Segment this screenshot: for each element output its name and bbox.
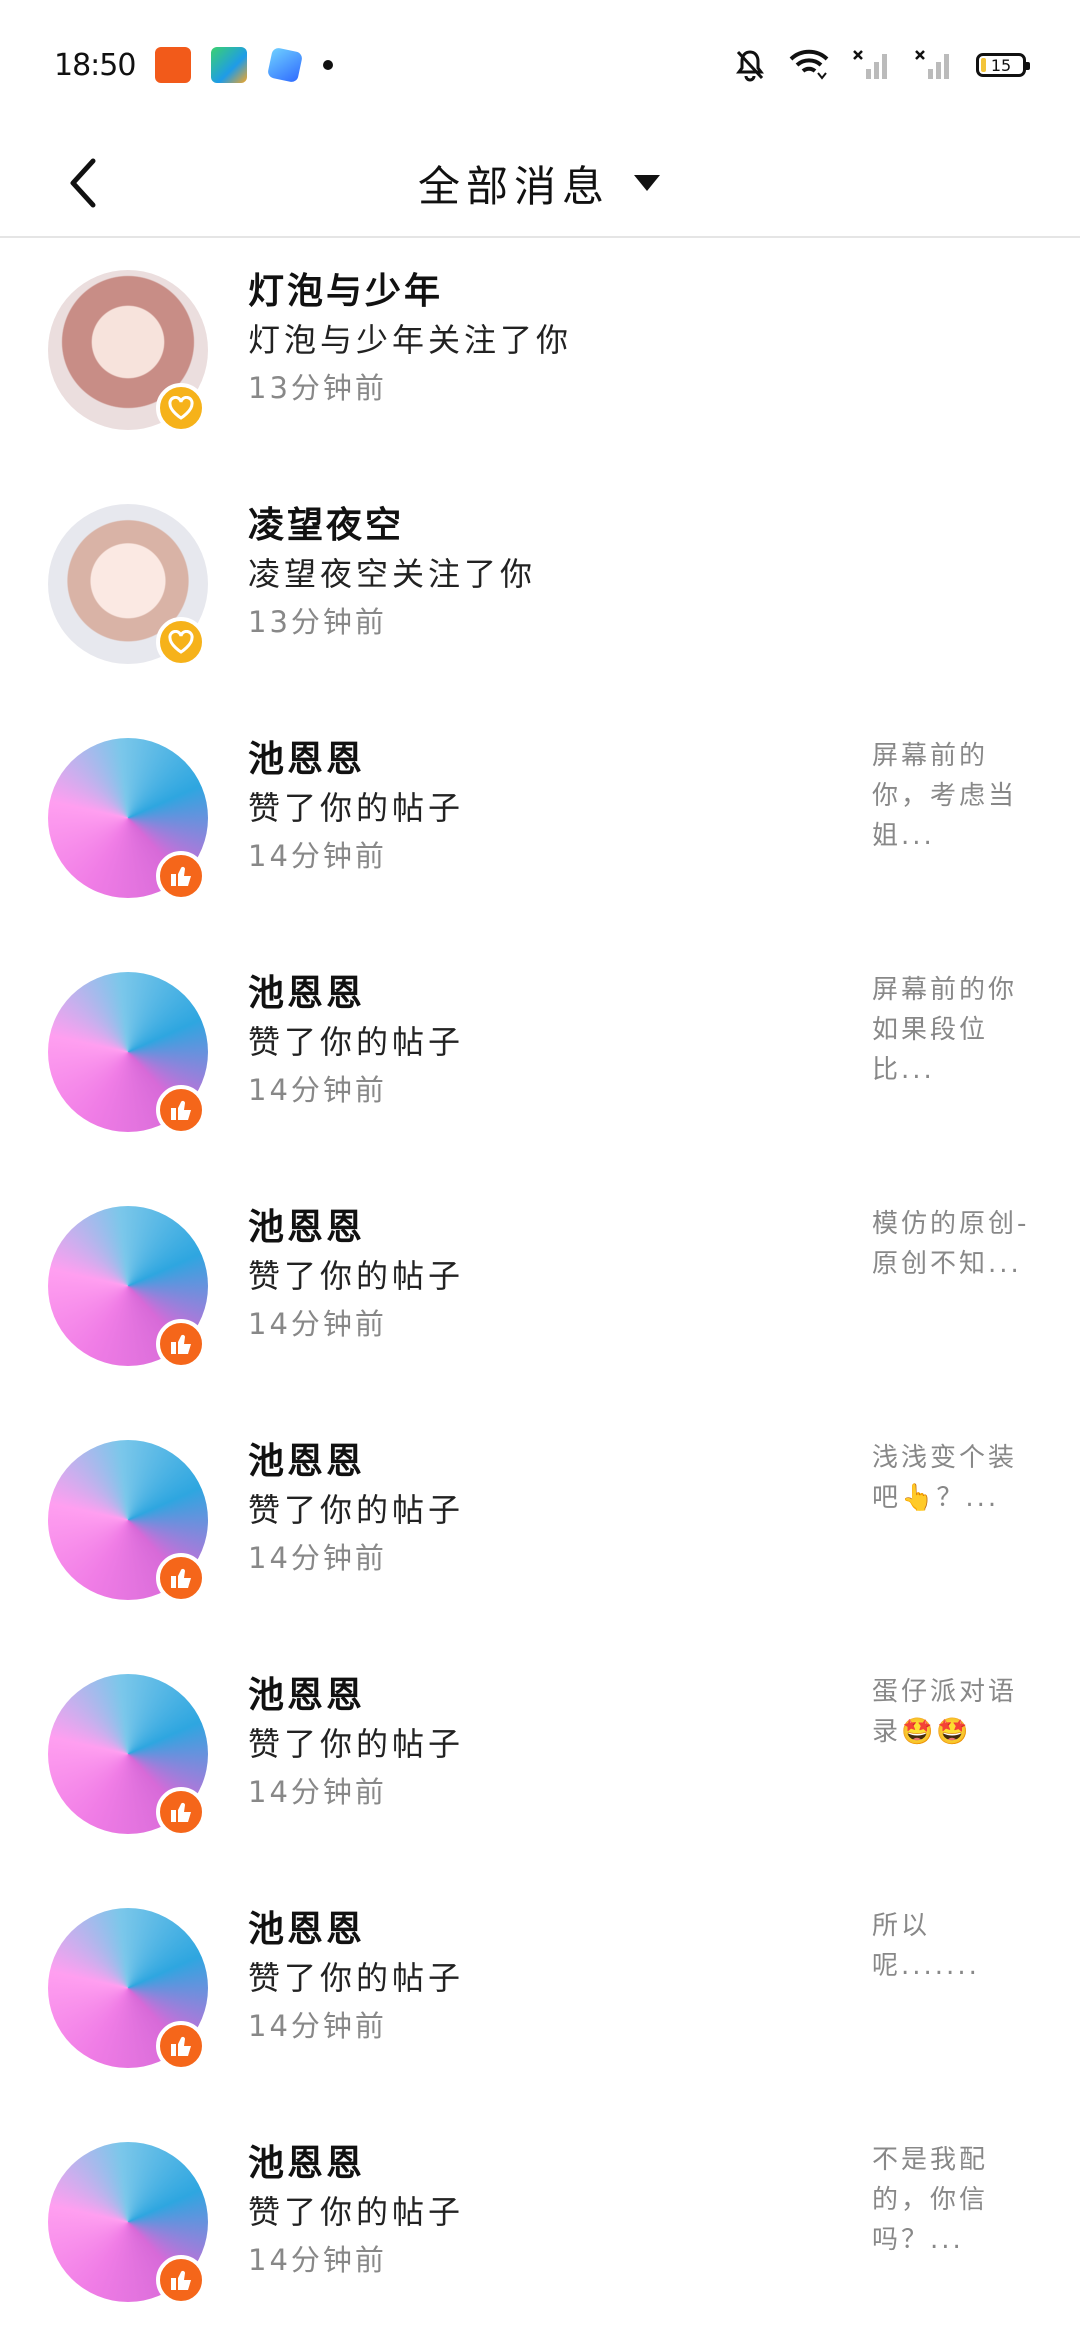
- thumbs-up-badge-icon: [156, 1085, 206, 1135]
- blue-app-icon: [267, 46, 304, 84]
- message-action: 赞了你的帖子: [248, 789, 465, 827]
- message-sender-name: 凌望夜空: [248, 505, 405, 546]
- message-item[interactable]: 池恩恩赞了你的帖子 14分钟前 屏幕前的你，考虑当姐...: [0, 706, 1080, 940]
- message-text: 池恩恩赞了你的帖子 14分钟前: [248, 2140, 464, 2284]
- heart-badge-icon: [156, 383, 206, 433]
- message-item[interactable]: 灯泡与少年灯泡与少年关注了你 13分钟前: [0, 238, 1080, 472]
- message-text: 灯泡与少年灯泡与少年关注了你 13分钟前: [248, 268, 572, 412]
- message-text: 池恩恩赞了你的帖子 14分钟前: [248, 1672, 464, 1816]
- more-notifications-dot: [323, 60, 334, 70]
- message-item[interactable]: 凌望夜空凌望夜空关注了你 13分钟前: [0, 472, 1080, 706]
- message-sender-name: 池恩恩: [248, 739, 366, 780]
- battery-level: 15: [990, 55, 1012, 75]
- message-time: 14分钟前: [248, 1541, 387, 1575]
- signal-2-icon: [915, 50, 949, 79]
- message-time: 14分钟前: [248, 1073, 387, 1107]
- message-item[interactable]: 池恩恩赞了你的帖子 14分钟前 屏幕前的你如果段位比...: [0, 940, 1080, 1174]
- message-time: 14分钟前: [248, 2009, 387, 2043]
- message-sender-name: 池恩恩: [248, 1909, 366, 1950]
- message-action: 赞了你的帖子: [248, 1257, 465, 1295]
- post-preview[interactable]: 屏幕前的你如果段位比...: [872, 970, 1032, 1090]
- message-time: 14分钟前: [248, 1775, 387, 1809]
- message-sender-name: 灯泡与少年: [248, 271, 444, 312]
- message-text: 池恩恩赞了你的帖子 14分钟前: [248, 1438, 464, 1582]
- message-text: 池恩恩赞了你的帖子 14分钟前: [248, 1204, 464, 1348]
- message-time: 13分钟前: [248, 371, 387, 405]
- mute-bell-icon: [736, 50, 764, 82]
- post-preview[interactable]: 蛋仔派对语录🤩🤩: [872, 1672, 1032, 1752]
- post-preview[interactable]: 屏幕前的你，考虑当姐...: [872, 736, 1032, 856]
- battery-icon: 15: [976, 53, 1030, 77]
- thumbs-up-badge-icon: [156, 851, 206, 901]
- post-preview[interactable]: 浅浅变个装吧👆？...: [872, 1438, 1032, 1518]
- message-item[interactable]: 池恩恩赞了你的帖子 14分钟前 浅浅变个装吧👆？...: [0, 1408, 1080, 1642]
- message-text: 池恩恩赞了你的帖子 14分钟前: [248, 1906, 464, 2050]
- message-time: 14分钟前: [248, 839, 387, 873]
- status-bar: 18:50 15: [0, 0, 1080, 130]
- message-action: 赞了你的帖子: [248, 1959, 465, 1997]
- signal-1-icon: [853, 50, 887, 79]
- post-preview[interactable]: 不是我配的，你信吗？...: [872, 2140, 1032, 2260]
- message-time: 13分钟前: [248, 605, 387, 639]
- message-filter-dropdown[interactable]: 全部消息: [0, 130, 1080, 236]
- kuaishou-app-icon: [155, 47, 192, 83]
- thumbs-up-badge-icon: [156, 1553, 206, 1603]
- message-time: 14分钟前: [248, 1307, 387, 1341]
- thumbs-up-badge-icon: [156, 2021, 206, 2071]
- status-time: 18:50: [54, 47, 136, 83]
- message-action: 赞了你的帖子: [248, 1023, 465, 1061]
- message-action: 赞了你的帖子: [248, 1725, 465, 1763]
- thumbs-up-badge-icon: [156, 1787, 206, 1837]
- message-sender-name: 池恩恩: [248, 973, 366, 1014]
- message-item[interactable]: 池恩恩赞了你的帖子 14分钟前 模仿的原创-原创不知...: [0, 1174, 1080, 1408]
- message-list: 灯泡与少年 灯泡与少年关注了你 13分钟前 凌望夜空 凌望夜空关注了你 13分钟前 池恩恩赞…: [0, 238, 1080, 2344]
- message-sender-name: 池恩恩: [248, 1441, 366, 1482]
- thumbs-up-badge-icon: [156, 1319, 206, 1369]
- message-item[interactable]: 池恩恩赞了你的帖子 14分钟前 蛋仔派对语录🤩🤩: [0, 1642, 1080, 1876]
- header: 全部消息: [0, 130, 1080, 238]
- post-preview[interactable]: 所以呢.......: [872, 1906, 1032, 1986]
- message-action: 赞了你的帖子: [248, 1491, 465, 1529]
- message-action: 赞了你的帖子: [248, 2193, 465, 2231]
- message-text: 池恩恩赞了你的帖子 14分钟前: [248, 970, 464, 1114]
- game-app-icon: [211, 47, 248, 83]
- message-action: 凌望夜空关注了你: [248, 555, 537, 593]
- message-item[interactable]: 池恩恩赞了你的帖子 14分钟前 不是我配的，你信吗？...: [0, 2110, 1080, 2344]
- message-sender-name: 池恩恩: [248, 1675, 366, 1716]
- message-sender-name: 池恩恩: [248, 1207, 366, 1248]
- message-sender-name: 池恩恩: [248, 2143, 366, 2184]
- message-item[interactable]: 池恩恩赞了你的帖子 14分钟前 所以呢.......: [0, 1876, 1080, 2110]
- message-time: 14分钟前: [248, 2243, 387, 2277]
- message-text: 池恩恩赞了你的帖子 14分钟前: [248, 736, 464, 880]
- post-preview[interactable]: 模仿的原创-原创不知...: [872, 1204, 1032, 1284]
- heart-badge-icon: [156, 617, 206, 667]
- page-title: 全部消息: [417, 161, 610, 211]
- thumbs-up-badge-icon: [156, 2255, 206, 2305]
- wifi-icon: [789, 49, 829, 80]
- message-text: 凌望夜空凌望夜空关注了你 13分钟前: [248, 502, 536, 646]
- caret-down-icon: [634, 175, 660, 191]
- message-action: 灯泡与少年关注了你: [248, 321, 573, 359]
